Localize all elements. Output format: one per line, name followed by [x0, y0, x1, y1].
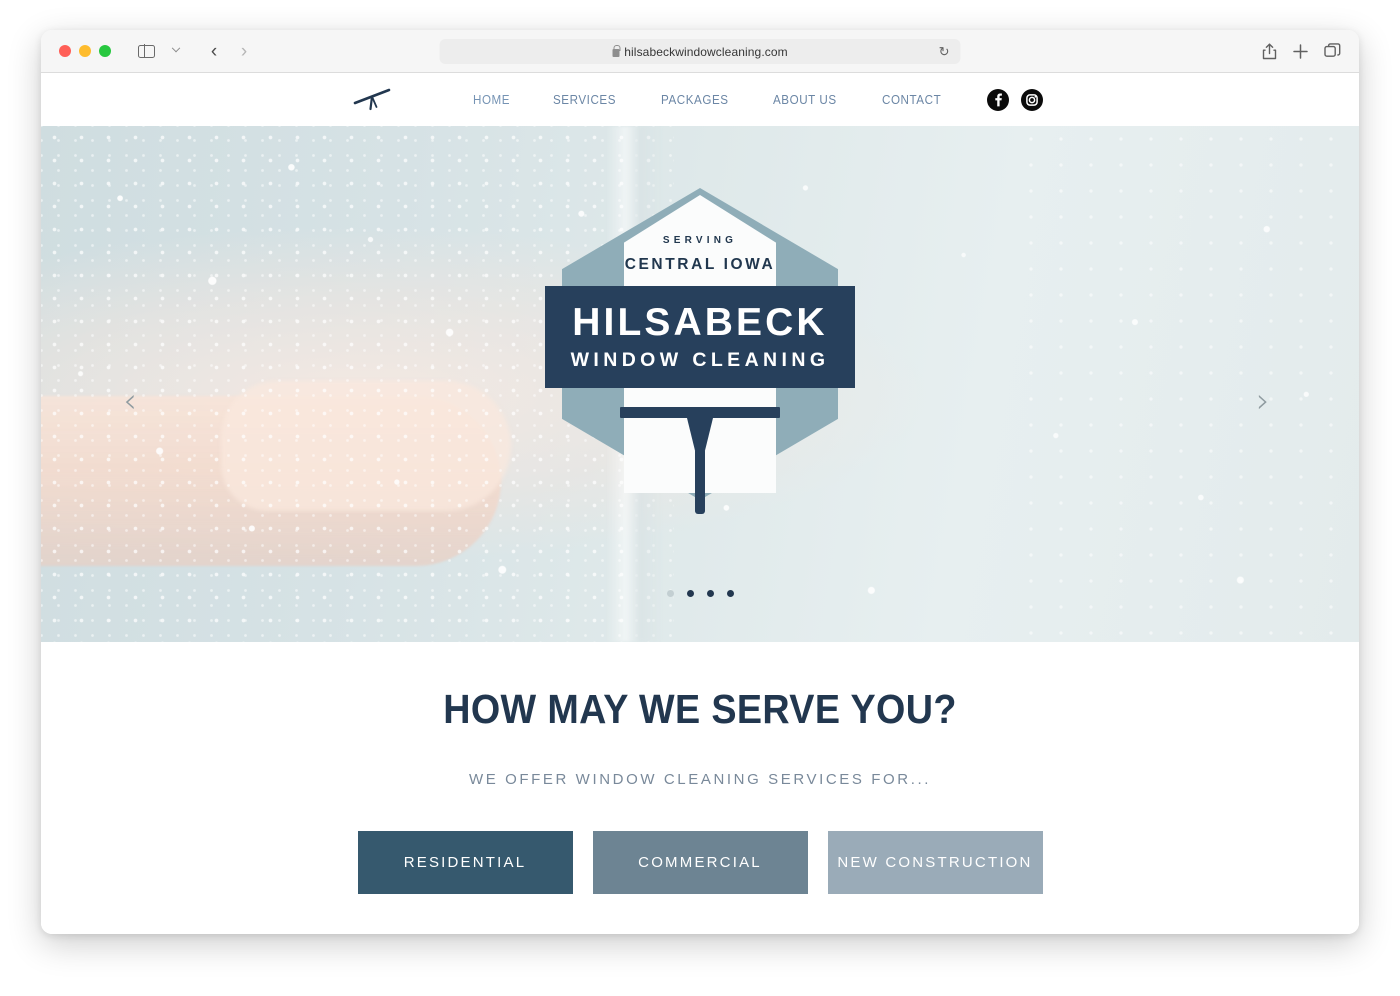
badge-squeegee-blade-icon: [620, 407, 780, 418]
service-button-commercial[interactable]: COMMERCIAL: [592, 831, 808, 894]
tabs-overview-icon[interactable]: [1324, 43, 1341, 59]
brand-name: HILSABECK: [572, 301, 828, 345]
facebook-icon[interactable]: [987, 88, 1009, 111]
chevron-down-icon: [171, 43, 181, 53]
sidebar-icon: [137, 44, 155, 58]
lock-icon: [612, 44, 621, 57]
toolbar-right-group: [1262, 43, 1341, 60]
maximize-window-button[interactable]: [99, 45, 111, 57]
close-window-button[interactable]: [59, 45, 71, 57]
badge-squeegee-handle-icon: [695, 451, 705, 514]
nav-links: HOME SERVICES PACKAGES ABOUT US CONTACT: [473, 93, 946, 107]
carousel-prev-button[interactable]: ‹: [113, 384, 147, 418]
browser-toolbar: ‹ › hilsabeckwindowcleaning.com ↻: [41, 30, 1359, 73]
service-buttons: RESIDENTIAL COMMERCIAL NEW CONSTRUCTION: [41, 831, 1359, 894]
back-button[interactable]: ‹: [201, 38, 227, 64]
carousel-dots: [41, 590, 1359, 597]
nav-link-packages[interactable]: PACKAGES: [661, 93, 729, 107]
nav-link-contact[interactable]: CONTACT: [882, 93, 941, 107]
services-subtitle: WE OFFER WINDOW CLEANING SERVICES FOR...: [468, 771, 932, 788]
hero-foam-right-layer: [1016, 126, 1359, 642]
url-text: hilsabeckwindowcleaning.com: [624, 44, 788, 59]
reload-icon[interactable]: ↻: [939, 44, 950, 60]
browser-window: ‹ › hilsabeckwindowcleaning.com ↻ HOME S…: [41, 30, 1359, 934]
share-icon[interactable]: [1262, 43, 1277, 60]
site-navigation: HOME SERVICES PACKAGES ABOUT US CONTACT: [41, 73, 1359, 126]
nav-link-services[interactable]: SERVICES: [553, 93, 616, 107]
sidebar-toggle-button[interactable]: [133, 38, 159, 64]
carousel-next-button[interactable]: ›: [1246, 384, 1280, 418]
address-bar-content: hilsabeckwindowcleaning.com: [612, 44, 788, 59]
nav-link-home[interactable]: HOME: [473, 93, 510, 107]
minimize-window-button[interactable]: [79, 45, 91, 57]
squeegee-logo-icon: [353, 88, 391, 110]
badge-serving-text: SERVING: [662, 235, 738, 246]
site-logo-link[interactable]: [351, 85, 393, 115]
window-controls: [59, 45, 111, 57]
services-heading: HOW MAY WE SERVE YOU?: [443, 686, 957, 732]
toolbar-left-group: ‹ ›: [133, 38, 257, 64]
carousel-dot-3[interactable]: [706, 590, 714, 597]
hero-logo-badge: SERVING CENTRAL IOWA HILSABECK WINDOW CL…: [545, 188, 855, 560]
new-tab-icon[interactable]: [1293, 43, 1308, 59]
forward-button[interactable]: ›: [231, 38, 257, 64]
address-bar[interactable]: hilsabeckwindowcleaning.com ↻: [439, 39, 961, 64]
instagram-icon[interactable]: [1021, 88, 1043, 111]
services-section: HOW MAY WE SERVE YOU? WE OFFER WINDOW CL…: [41, 642, 1359, 934]
nav-link-about-us[interactable]: ABOUT US: [773, 93, 837, 107]
service-button-residential[interactable]: RESIDENTIAL: [357, 831, 573, 894]
carousel-dot-2[interactable]: [686, 590, 694, 597]
social-links: [987, 88, 1043, 111]
chevron-right-icon: ›: [240, 40, 248, 62]
service-button-new-construction[interactable]: NEW CONSTRUCTION: [827, 831, 1043, 894]
carousel-dot-1[interactable]: [666, 590, 674, 597]
badge-name-band: HILSABECK WINDOW CLEANING: [545, 286, 855, 388]
hero-carousel: SERVING CENTRAL IOWA HILSABECK WINDOW CL…: [41, 126, 1359, 642]
carousel-dot-4[interactable]: [726, 590, 734, 597]
chevron-left-icon: ‹: [210, 40, 218, 62]
website-viewport: HOME SERVICES PACKAGES ABOUT US CONTACT: [41, 73, 1359, 934]
sidebar-dropdown-button[interactable]: [163, 38, 189, 64]
brand-tagline: WINDOW CLEANING: [570, 349, 830, 372]
badge-region-text: CENTRAL IOWA: [624, 256, 776, 273]
